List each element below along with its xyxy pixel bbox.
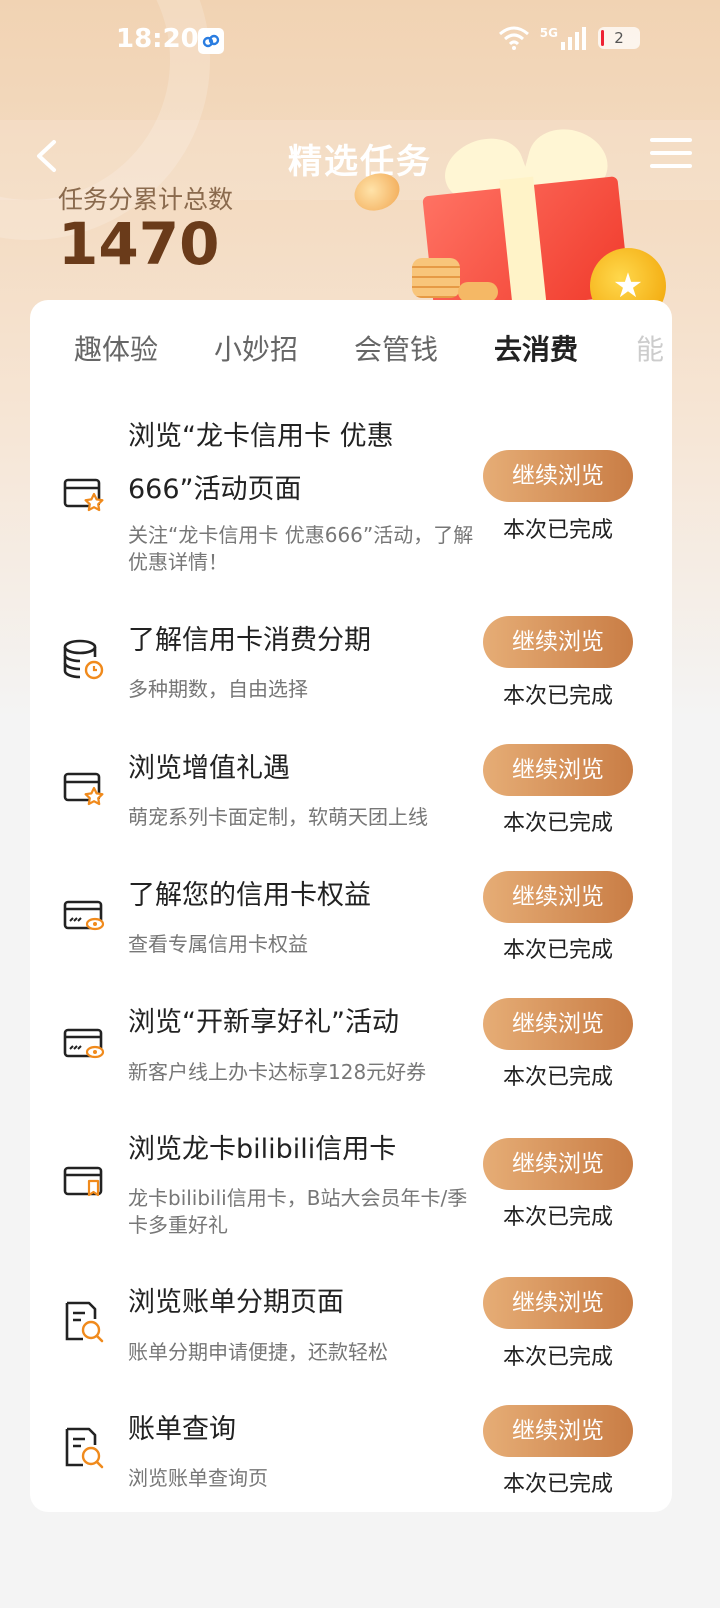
task-status: 本次已完成 — [502, 1065, 613, 1090]
task-title: 浏览龙卡bilibili信用卡 — [128, 1134, 397, 1165]
tab-tips[interactable]: 小妙招 — [214, 328, 298, 368]
tab-fun-experience[interactable]: 趣体验 — [74, 328, 158, 368]
task-title: 浏览增值礼遇 — [128, 753, 290, 784]
task-title: 了解您的信用卡权益 — [128, 880, 371, 911]
continue-browsing-button[interactable]: 继续浏览 — [483, 616, 633, 668]
task-status: 本次已完成 — [502, 938, 613, 963]
continue-browsing-button[interactable]: 继续浏览 — [483, 1277, 633, 1329]
task-status: 本次已完成 — [502, 811, 613, 836]
battery-level: 2 — [614, 29, 624, 47]
continue-browsing-button[interactable]: 继续浏览 — [483, 998, 633, 1050]
card-star-icon — [63, 478, 104, 512]
status-indicators: 5G 2 — [498, 26, 640, 50]
task-title: 浏览账单分期页面 — [128, 1287, 344, 1318]
task-title: 账单查询 — [128, 1414, 236, 1445]
task-description: 浏览账单查询页 — [128, 1466, 268, 1490]
task-title: 浏览“开新享好礼”活动 — [128, 1007, 399, 1038]
continue-browsing-button[interactable]: 继续浏览 — [483, 1138, 633, 1190]
task-card: 趣体验 小妙招 会管钱 去消费 能 浏览“龙卡信用卡 优惠666”活动页面 关注… — [30, 300, 672, 1512]
document-search-icon — [65, 1301, 104, 1343]
card-eye-icon — [63, 900, 105, 931]
task-status: 本次已完成 — [502, 518, 613, 543]
menu-icon — [650, 138, 692, 142]
continue-browsing-button[interactable]: 继续浏览 — [483, 871, 633, 923]
document-search-icon — [65, 1427, 104, 1469]
task-title: 浏览“龙卡信用卡 优惠666”活动页面 — [128, 421, 394, 505]
tab-money-management[interactable]: 会管钱 — [354, 328, 438, 368]
coin-stack-illustration — [412, 258, 460, 298]
task-description: 账单分期申请便捷，还款轻松 — [128, 1340, 388, 1364]
signal-icon — [561, 27, 586, 50]
task-title: 了解信用卡消费分期 — [128, 625, 371, 656]
status-time: 18:20 — [116, 24, 199, 54]
task-description: 查看专属信用卡权益 — [128, 932, 308, 956]
task-status: 本次已完成 — [502, 1472, 613, 1497]
app-notification-icon — [198, 28, 224, 54]
continue-browsing-button[interactable]: 继续浏览 — [483, 744, 633, 796]
network-type: 5G — [539, 26, 558, 40]
task-description: 多种期数，自由选择 — [128, 677, 308, 701]
continue-browsing-button[interactable]: 继续浏览 — [483, 1405, 633, 1457]
score-value: 1470 — [58, 210, 220, 278]
category-tabs: 趣体验 小妙招 会管钱 去消费 能 — [30, 300, 672, 392]
task-status: 本次已完成 — [502, 1205, 613, 1230]
continue-browsing-button[interactable]: 继续浏览 — [483, 450, 633, 502]
card-star-icon — [63, 772, 104, 806]
coins-clock-icon — [63, 639, 104, 680]
task-status: 本次已完成 — [502, 1345, 613, 1370]
tab-spending[interactable]: 去消费 — [494, 328, 578, 368]
task-description: 新客户线上办卡达标享128元好券 — [128, 1060, 427, 1084]
task-status: 本次已完成 — [502, 684, 613, 709]
card-bookmark-icon — [63, 1166, 103, 1197]
wifi-icon — [498, 26, 529, 50]
task-description: 龙卡bilibili信用卡，B站大会员年卡/季卡多重好礼 — [128, 1186, 468, 1237]
task-description: 萌宠系列卡面定制，软萌天团上线 — [128, 805, 428, 829]
card-eye-icon — [63, 1028, 105, 1059]
battery-icon: 2 — [598, 27, 640, 49]
task-description: 关注“龙卡信用卡 优惠666”活动，了解优惠详情！ — [128, 523, 474, 574]
menu-button[interactable] — [650, 138, 692, 174]
tab-more[interactable]: 能 — [636, 328, 664, 368]
